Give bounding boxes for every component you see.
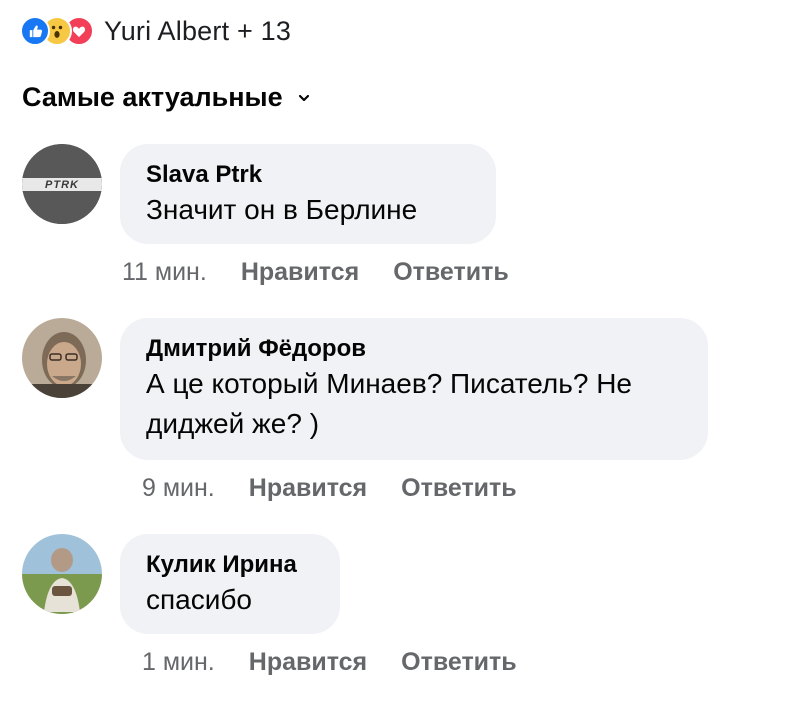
like-button[interactable]: Нравится [249, 474, 367, 503]
comment-actions: 11 мин. Нравится Ответить [122, 258, 509, 287]
sort-dropdown[interactable]: Самые актуальные [22, 82, 311, 113]
like-button[interactable]: Нравится [249, 648, 367, 677]
comment-time[interactable]: 11 мин. [122, 258, 207, 287]
chevron-down-icon [298, 94, 309, 101]
comment-bubble: Кулик Ирина спасибо [120, 534, 340, 634]
comment-text-line: А це который Минаев? Писатель? Не [146, 368, 632, 399]
reactions-summary[interactable]: Yuri Albert + 13 [20, 14, 291, 48]
avatar[interactable] [22, 534, 102, 614]
avatar[interactable] [22, 318, 102, 398]
comment-text: Значит он в Берлине [146, 194, 418, 225]
comment-author[interactable]: Кулик Ирина [146, 550, 314, 580]
comment-text: спасибо [146, 584, 252, 615]
comment-actions: 9 мин. Нравится Ответить [142, 474, 517, 503]
avatar[interactable]: PTRK [22, 144, 102, 224]
avatar-logo-text: PTRK [45, 179, 79, 191]
comment-text-line: диджей же? ) [146, 408, 320, 439]
like-icon [20, 16, 50, 46]
comment-time[interactable]: 9 мин. [142, 474, 215, 503]
comment-actions: 1 мин. Нравится Ответить [142, 648, 517, 677]
comment-author[interactable]: Дмитрий Фёдоров [146, 334, 682, 364]
comment-bubble: Slava Ptrk Значит он в Берлине [120, 144, 496, 244]
reactions-count[interactable]: Yuri Albert + 13 [104, 16, 291, 47]
comment-bubble: Дмитрий Фёдоров А це который Минаев? Пис… [120, 318, 708, 460]
reply-button[interactable]: Ответить [393, 258, 509, 287]
comment-author[interactable]: Slava Ptrk [146, 160, 470, 190]
sort-label: Самые актуальные [22, 82, 283, 112]
reply-button[interactable]: Ответить [401, 648, 517, 677]
like-button[interactable]: Нравится [241, 258, 359, 287]
reply-button[interactable]: Ответить [401, 474, 517, 503]
comment-time[interactable]: 1 мин. [142, 648, 215, 677]
